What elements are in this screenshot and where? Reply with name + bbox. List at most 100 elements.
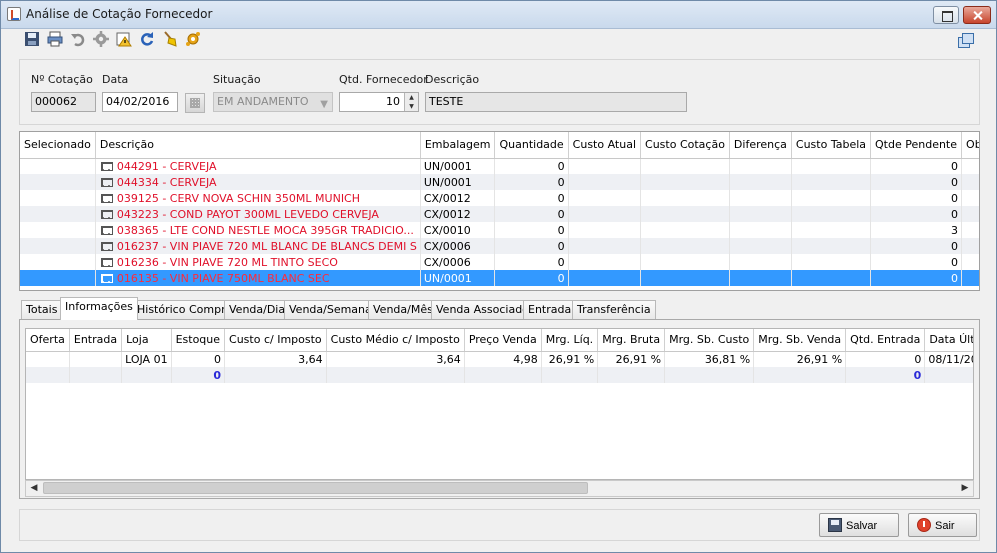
product-description: 016236 - VIN PIAVE 720 ML TINTO SECO [116, 255, 338, 269]
table-row[interactable]: 016236 - VIN PIAVE 720 ML TINTO SECO CX/0… [20, 254, 979, 270]
col-mrg-bruta[interactable]: Mrg. Bruta [597, 329, 666, 352]
qtd-fornecedor-spinner[interactable]: 10 ▲ ▼ [339, 92, 419, 112]
table-row[interactable]: 043223 - COND PAYOT 300ML LEVEDO CERVEJA… [20, 206, 979, 222]
col-data-ult-ent[interactable]: Data Últ. Ent [924, 329, 973, 352]
col-oferta[interactable]: Oferta [26, 329, 70, 352]
col-embalagem[interactable]: Embalagem [420, 132, 496, 159]
col-entrada[interactable]: Entrada [69, 329, 123, 352]
table-row[interactable]: 039125 - CERV NOVA SCHIN 350ML MUNICH CX/… [20, 190, 979, 206]
col-custo-medio[interactable]: Custo Médio c/ Imposto [326, 329, 465, 352]
print-icon[interactable] [46, 31, 64, 49]
tab-venda-associado[interactable]: Venda Associado [431, 300, 534, 320]
situacao-value: EM ANDAMENTO [217, 95, 309, 108]
main-window: Análise de Cotação Fornecedor Nº Cotação… [0, 0, 997, 553]
info-table: Oferta Entrada Loja Estoque Custo c/ Imp… [25, 328, 974, 480]
col-preco-venda[interactable]: Preço Venda [464, 329, 542, 352]
cell-diferenca [729, 222, 792, 238]
tab-totais[interactable]: Totais [21, 300, 63, 320]
horizontal-scrollbar[interactable]: ◀ ▶ [25, 480, 974, 497]
col-observacao[interactable]: Observação [961, 132, 979, 159]
cell-custo-atual [568, 158, 642, 174]
tab-venda-dia[interactable]: Venda/Dia [224, 300, 291, 320]
descricao-field[interactable]: TESTE [425, 92, 687, 112]
restore-button[interactable] [933, 6, 959, 24]
cell-diferenca [729, 238, 792, 254]
refresh-icon[interactable] [138, 31, 156, 49]
salvar-button[interactable]: Salvar [819, 513, 899, 537]
cell-qtde-pendente: 0 [870, 206, 963, 222]
windows-cascade-icon[interactable] [956, 32, 974, 50]
cell-custo-cotacao [640, 222, 730, 238]
cell-descricao: 038365 - LTE COND NESTLE MOCA 395GR TRAD… [95, 222, 421, 238]
col-custo-tabela[interactable]: Custo Tabela [791, 132, 872, 159]
cell-diferenca [729, 254, 792, 270]
tab-venda-mes[interactable]: Venda/Mês [368, 300, 438, 320]
total-qtd-entrada: 0 [845, 367, 926, 383]
chevron-down-icon: ▼ [320, 99, 328, 110]
close-button[interactable] [963, 6, 991, 24]
cell-custo-atual [568, 254, 642, 270]
cell-preco-venda: 4,98 [464, 351, 542, 367]
cell-custo-tabela [791, 174, 872, 190]
cell-descricao: 016236 - VIN PIAVE 720 ML TINTO SECO [95, 254, 421, 270]
col-qtd-entrada[interactable]: Qtd. Entrada [845, 329, 926, 352]
spin-down-icon[interactable]: ▼ [405, 102, 418, 111]
sair-button[interactable]: Sair [908, 513, 977, 537]
col-loja[interactable]: Loja [121, 329, 172, 352]
cell-custo-cotacao [640, 206, 730, 222]
col-custo-imposto[interactable]: Custo c/ Imposto [224, 329, 327, 352]
cell-custo-tabela [791, 206, 872, 222]
col-diferenca[interactable]: Diferença [729, 132, 792, 159]
cell-custo-atual [568, 190, 642, 206]
cell-custo-medio: 3,64 [326, 351, 465, 367]
cell-quantidade: 0 [494, 238, 569, 254]
col-selecionado[interactable]: Selecionado [20, 132, 96, 159]
undo-icon[interactable] [69, 31, 87, 49]
table-row[interactable]: 044334 - CERVEJA UN/0001 0 0 [20, 174, 979, 190]
cell-custo-cotacao [640, 254, 730, 270]
n-cotacao-field[interactable]: 000062 [31, 92, 96, 112]
spin-up-icon[interactable]: ▲ [405, 93, 418, 102]
cell-qtd-entrada: 0 [845, 351, 926, 367]
title-bar: Análise de Cotação Fornecedor [1, 1, 996, 29]
cell-quantidade: 0 [494, 174, 569, 190]
tab-transferencia[interactable]: Transferência [572, 300, 656, 320]
tab-venda-semana[interactable]: Venda/Semana [284, 300, 377, 320]
gear-link-icon[interactable] [184, 31, 202, 49]
table-row[interactable]: 038365 - LTE COND NESTLE MOCA 395GR TRAD… [20, 222, 979, 238]
table-row[interactable]: 044291 - CERVEJA UN/0001 0 0 [20, 158, 979, 174]
col-mrg-sb-venda[interactable]: Mrg. Sb. Venda [753, 329, 847, 352]
spinner-arrows[interactable]: ▲ ▼ [404, 93, 418, 111]
cell-quantidade: 0 [494, 222, 569, 238]
cart-icon [99, 256, 113, 268]
col-qtde-pendente[interactable]: Qtde Pendente [870, 132, 963, 159]
cell-qtde-pendente: 0 [870, 174, 963, 190]
tab-entrada[interactable]: Entrada [523, 300, 577, 320]
info-row[interactable]: LOJA 01 0 3,64 3,64 4,98 26,91 % 26,91 %… [26, 351, 973, 367]
col-descricao[interactable]: Descrição [95, 132, 421, 159]
tab-historico-compra[interactable]: Histórico Compra [132, 300, 238, 320]
calendar-button[interactable] [185, 93, 205, 113]
cell-selecionado [20, 270, 96, 286]
col-estoque[interactable]: Estoque [171, 329, 226, 352]
table-row[interactable]: 016135 - VIN PIAVE 750ML BLANC SEC UN/000… [20, 270, 979, 286]
alert-icon[interactable] [115, 31, 133, 49]
tab-informacoes[interactable]: Informações [60, 297, 138, 320]
col-mrg-liq[interactable]: Mrg. Líq. [541, 329, 599, 352]
broom-icon[interactable] [161, 31, 179, 49]
cell-mrg-liq: 26,91 % [541, 351, 599, 367]
col-quantidade[interactable]: Quantidade [494, 132, 569, 159]
col-custo-cotacao[interactable]: Custo Cotação [640, 132, 730, 159]
scroll-right-icon[interactable]: ▶ [957, 481, 973, 496]
settings-icon[interactable] [92, 31, 110, 49]
scroll-left-icon[interactable]: ◀ [26, 481, 42, 496]
cell-descricao: 039125 - CERV NOVA SCHIN 350ML MUNICH [95, 190, 421, 206]
table-row[interactable]: 016237 - VIN PIAVE 720 ML BLANC DE BLANC… [20, 238, 979, 254]
cell-custo-tabela [791, 158, 872, 174]
col-custo-atual[interactable]: Custo Atual [568, 132, 642, 159]
situacao-select[interactable]: EM ANDAMENTO ▼ [213, 92, 333, 112]
scroll-thumb[interactable] [43, 482, 588, 494]
col-mrg-sb-custo[interactable]: Mrg. Sb. Custo [664, 329, 755, 352]
save-icon[interactable] [23, 31, 41, 49]
data-field[interactable]: 04/02/2016 [102, 92, 178, 112]
